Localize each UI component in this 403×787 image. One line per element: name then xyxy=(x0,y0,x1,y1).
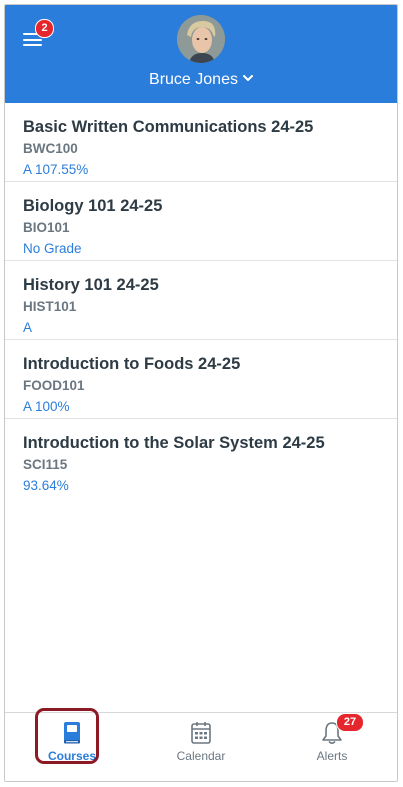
course-item[interactable]: Introduction to Foods 24-25 FOOD101 A 10… xyxy=(5,340,397,419)
course-title: History 101 24-25 xyxy=(23,276,159,294)
course-code: BIO101 xyxy=(23,220,70,235)
tab-courses[interactable]: Courses xyxy=(37,713,107,781)
alerts-count-badge: 27 xyxy=(336,713,364,732)
course-title: Introduction to Foods 24-25 xyxy=(23,355,241,373)
hamburger-bar xyxy=(23,44,42,47)
book-icon xyxy=(61,721,83,750)
course-code: BWC100 xyxy=(23,141,78,156)
tab-calendar-label: Calendar xyxy=(176,749,226,763)
calendar-icon xyxy=(190,721,212,750)
course-item[interactable]: History 101 24-25 HIST101 A xyxy=(5,261,397,340)
chevron-down-icon xyxy=(242,69,253,87)
course-title: Introduction to the Solar System 24-25 xyxy=(23,434,325,452)
user-name-dropdown[interactable]: Bruce Jones xyxy=(5,69,397,89)
course-grade: A 107.55% xyxy=(23,162,89,177)
course-title: Basic Written Communications 24-25 xyxy=(23,118,314,136)
menu-notification-badge: 2 xyxy=(35,19,54,38)
course-grade: No Grade xyxy=(23,241,82,256)
course-item[interactable]: Biology 101 24-25 BIO101 No Grade xyxy=(5,182,397,261)
course-grade: 93.64% xyxy=(23,478,69,493)
tab-calendar[interactable]: Calendar xyxy=(166,713,236,781)
course-grade: A xyxy=(23,320,33,335)
avatar[interactable] xyxy=(177,15,225,63)
user-name: Bruce Jones xyxy=(149,71,238,88)
course-item[interactable]: Introduction to the Solar System 24-25 S… xyxy=(5,419,397,498)
course-title: Biology 101 24-25 xyxy=(23,197,163,215)
course-item[interactable]: Basic Written Communications 24-25 BWC10… xyxy=(5,103,397,182)
hamburger-bar xyxy=(23,38,42,41)
course-code: HIST101 xyxy=(23,299,77,314)
course-grade: A 100% xyxy=(23,399,70,414)
tab-alerts-label: Alerts xyxy=(316,749,348,763)
course-list: Basic Written Communications 24-25 BWC10… xyxy=(5,103,397,498)
app-window: 2 Bruce Jones Basic Written Communicatio… xyxy=(4,4,398,782)
avatar-photo xyxy=(177,15,225,63)
course-code: SCI115 xyxy=(23,457,68,472)
tab-courses-label: Courses xyxy=(47,749,97,763)
header: 2 Bruce Jones xyxy=(5,5,397,103)
course-code: FOOD101 xyxy=(23,378,85,393)
